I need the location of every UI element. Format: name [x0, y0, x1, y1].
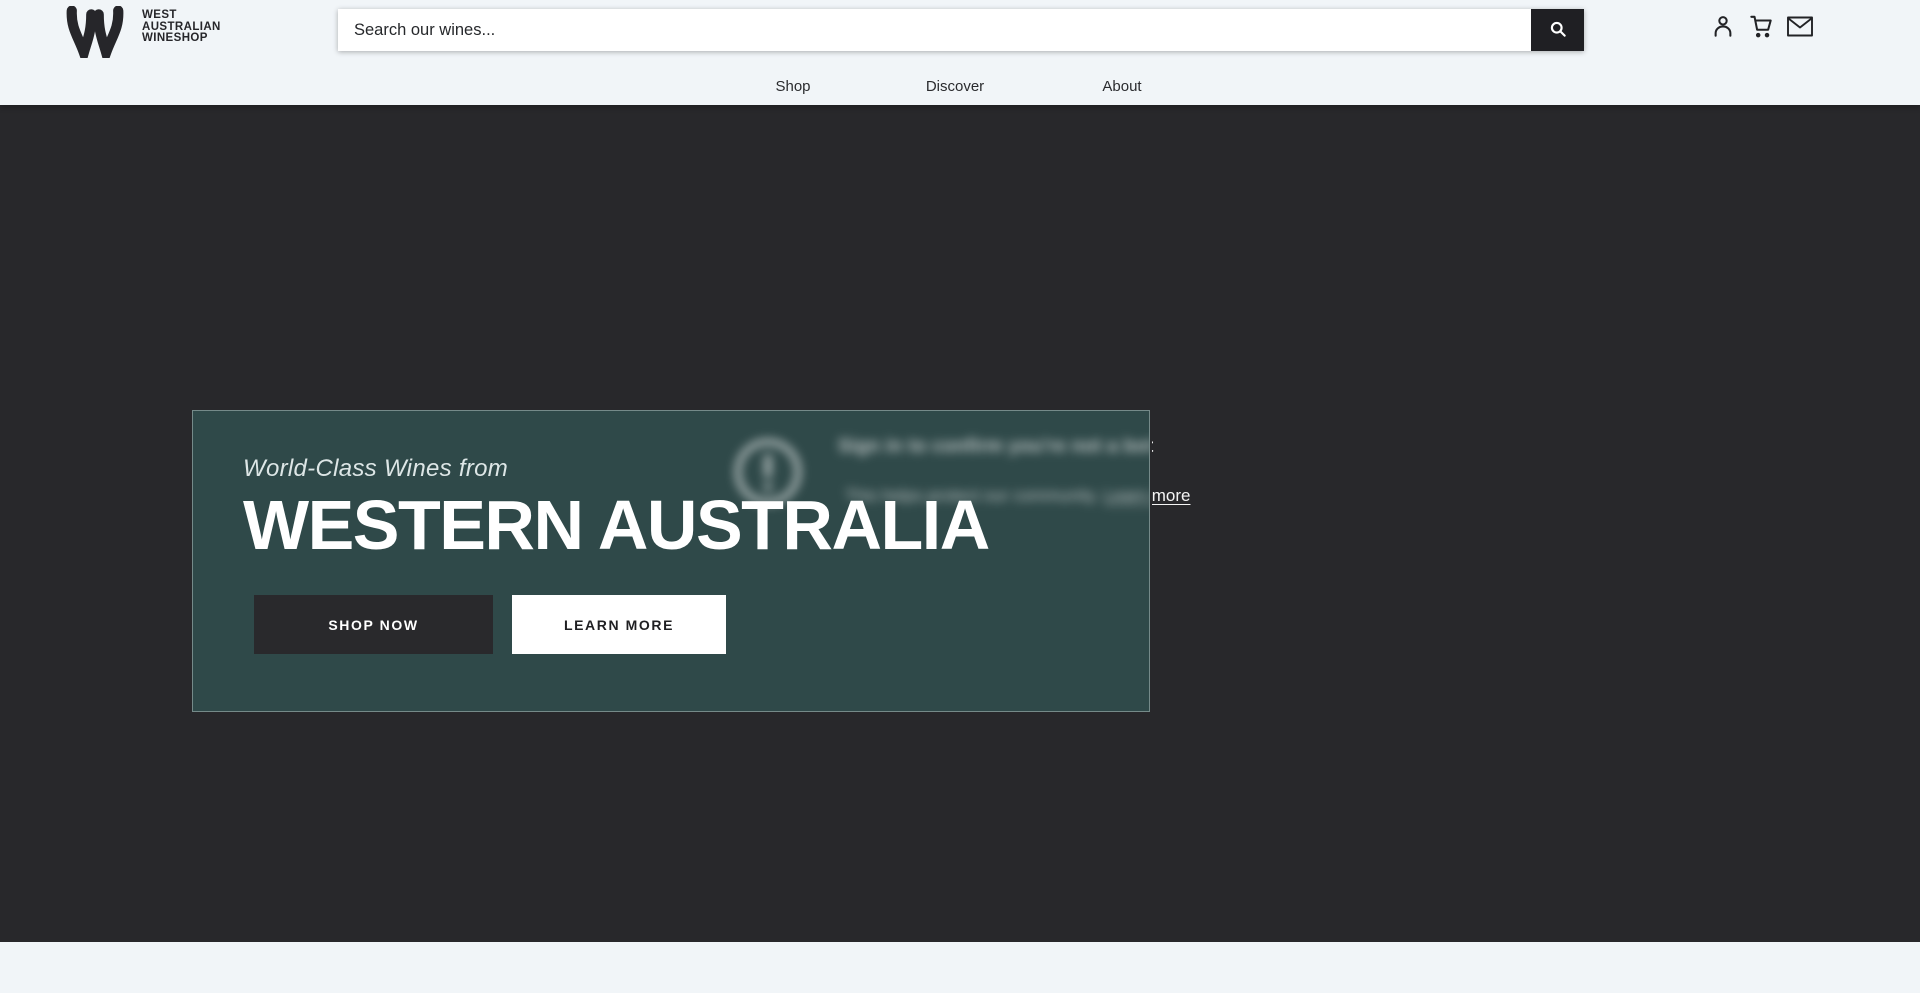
- footer-strip: [0, 942, 1920, 993]
- brand-logo[interactable]: WEST AUSTRALIAN WINESHOP: [63, 6, 221, 63]
- nav-item-discover[interactable]: Discover: [926, 78, 984, 95]
- brand-name: WEST AUSTRALIAN WINESHOP: [142, 10, 221, 63]
- nav-item-about[interactable]: About: [1102, 78, 1141, 95]
- search-icon: [1548, 19, 1568, 42]
- hero-content: World-Class Wines from WESTERN AUSTRALIA…: [193, 411, 1149, 654]
- bot-overlay-sharp-region: Sign in to confirm you're not a bot This…: [1152, 105, 1920, 942]
- learn-more-button[interactable]: LEARN MORE: [512, 595, 726, 654]
- hero-title: WESTERN AUSTRALIA: [243, 490, 1149, 560]
- site-header: WEST AUSTRALIAN WINESHOP Shop Discover A…: [0, 0, 1920, 105]
- hero-eyebrow: World-Class Wines from: [243, 455, 1149, 483]
- bot-overlay-title: Sign in to confirm you're not a bot: [1152, 436, 1154, 458]
- bot-overlay-body: This helps protect our community. Learn …: [1152, 486, 1191, 506]
- hero-section: Sign in to confirm you're not a bot This…: [0, 105, 1920, 942]
- w-monogram-icon: [63, 6, 127, 63]
- shop-now-button[interactable]: SHOP NOW: [254, 595, 493, 654]
- hero-glass-panel: Sign in to confirm you're not a bot This…: [192, 410, 1150, 712]
- mail-icon[interactable]: [1786, 15, 1814, 43]
- search-bar: [338, 9, 1584, 51]
- search-input[interactable]: [338, 9, 1531, 51]
- search-button[interactable]: [1531, 9, 1584, 51]
- nav-item-shop[interactable]: Shop: [775, 78, 810, 95]
- learn-more-link[interactable]: Learn more: [1152, 486, 1191, 505]
- brand-name-line: WINESHOP: [142, 33, 221, 45]
- hero-cta-row: SHOP NOW LEARN MORE: [254, 595, 1149, 654]
- account-icon[interactable]: [1710, 13, 1736, 44]
- brand-name-line: WEST: [142, 10, 221, 22]
- cart-icon[interactable]: [1747, 13, 1775, 45]
